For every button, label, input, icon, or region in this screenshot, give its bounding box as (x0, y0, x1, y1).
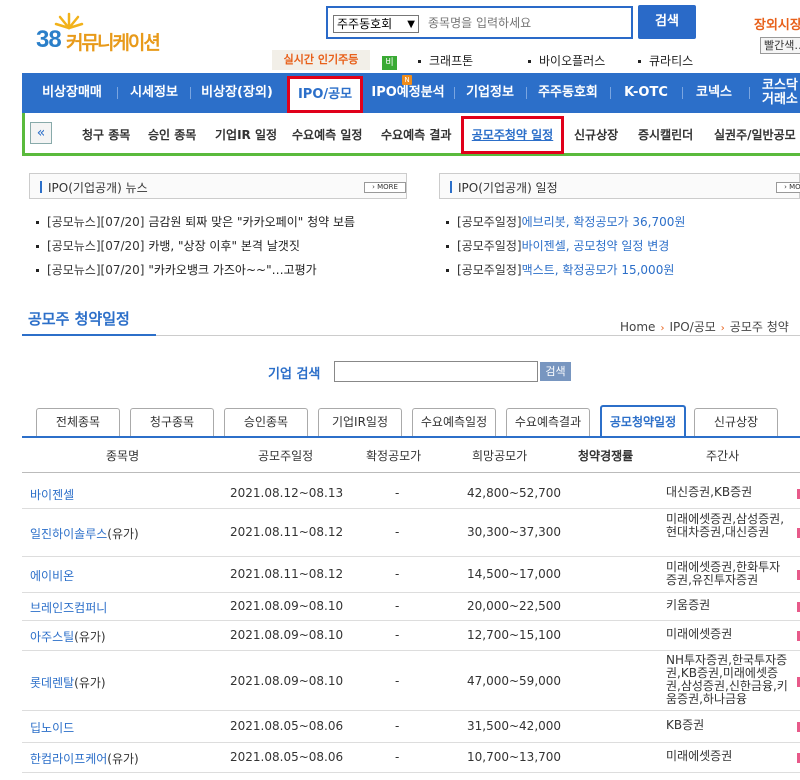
subnav-item-calendar[interactable]: 증시캘린더 (638, 126, 693, 143)
tab-demand-result[interactable]: 수요예측결과 (506, 408, 590, 436)
table-row: 롯데렌탈(유가) 2021.08.09~08.10 - 47,000~59,00… (22, 651, 800, 711)
search-category-select[interactable]: 주주동호회 ▼ (333, 15, 419, 33)
logo-text: 커뮤니케이션 (66, 32, 161, 54)
subnav-item-rights-offering[interactable]: 실권주/일반공모 (714, 126, 796, 143)
col-date: 공모주일정 (258, 449, 314, 463)
page-title: 공모주 청약일정 (28, 310, 130, 328)
news-item[interactable]: [공모뉴스][07/20] "카카오뱅크 가즈아~~"…고평가 (36, 261, 317, 278)
chevron-right-icon: › (660, 323, 665, 334)
new-badge: N (402, 75, 412, 85)
tab-all[interactable]: 전체종목 (36, 408, 120, 436)
company-link[interactable]: 딥노이드 (30, 719, 74, 736)
table-header: 종목명 공모주일정 확정공모가 희망공모가 청약경쟁률 주간사 (22, 438, 800, 473)
nav-item-quotes[interactable]: 시세정보 (122, 73, 186, 113)
tab-subscription[interactable]: 공모청약일정 (600, 405, 686, 437)
col-hope: 희망공모가 (472, 449, 528, 463)
breadcrumb-current: 공모주 청약 (729, 320, 789, 334)
company-link[interactable]: 일진하이솔루스(유가) (30, 525, 139, 542)
nav-item-kosdaq[interactable]: 코스닥 거래소 (762, 73, 800, 113)
col-name: 종목명 (106, 449, 140, 463)
popular-item[interactable]: 큐라티스 (638, 52, 693, 69)
news-item[interactable]: [공모뉴스][07/20] 카뱅, "상장 이후" 본격 날갯짓 (36, 237, 300, 254)
ipo-news-title: IPO(기업공개) 뉴스 (48, 181, 148, 195)
subnav-item-subscription[interactable]: 공모주청약 일정 (461, 116, 564, 154)
more-button[interactable]: › MORE (364, 182, 406, 193)
subnav-item-demand-schedule[interactable]: 수요예측 일정 (292, 126, 362, 143)
breadcrumb: Home › IPO/공모 › 공모주 청약 (620, 318, 789, 335)
table-row: 바이젠셀 2021.08.12~08.13 - 42,800~52,700 대신… (22, 473, 800, 509)
chevron-right-icon: › (720, 323, 725, 334)
tab-requested[interactable]: 청구종목 (130, 408, 214, 436)
nav-item-ipo[interactable]: IPO/공모 (287, 76, 363, 113)
table-row: 한컴라이프케어(유가) 2021.08.05~08.06 - 10,700~13… (22, 743, 800, 773)
tab-new-listing[interactable]: 신규상장 (694, 408, 778, 436)
table-row: 딥노이드 2021.08.05~08.06 - 31,500~42,000 KB… (22, 711, 800, 743)
logo-number: 38 (36, 26, 62, 53)
nav-item-otc-trading[interactable]: 비상장매매 (30, 73, 114, 113)
chevron-down-icon: ▼ (407, 19, 415, 30)
company-link[interactable]: 브레인즈컴퍼니 (30, 599, 107, 616)
schedule-item[interactable]: [공모주일정]맥스트, 확정공모가 15,000원 (446, 261, 674, 278)
subnav-item-ir-schedule[interactable]: 기업IR 일정 (215, 126, 277, 143)
nav-item-shareholders[interactable]: 주주동호회 (530, 73, 606, 113)
popular-item[interactable]: 바이오플러스 (528, 52, 605, 69)
col-underwriter: 주간사 (706, 449, 740, 463)
nav-item-konex[interactable]: 코넥스 (686, 73, 742, 113)
company-link[interactable]: 아주스틸(유가) (30, 628, 106, 645)
popular-item[interactable]: 크래프톤 (418, 52, 473, 69)
market-label[interactable]: 장외시장 (754, 14, 800, 33)
news-item[interactable]: [공모뉴스][07/20] 금감원 퇴짜 맞은 "카카오페이" 청약 보름 (36, 213, 355, 230)
breadcrumb-ipo[interactable]: IPO/공모 (669, 320, 715, 334)
subnav-item-demand-result[interactable]: 수요예측 결과 (381, 126, 451, 143)
company-link[interactable]: 바이젠셀 (30, 486, 74, 503)
company-link[interactable]: 에이비온 (30, 567, 74, 584)
search-button[interactable]: 검색 (638, 5, 696, 39)
table-row: 일진하이솔루스(유가) 2021.08.11~08.12 - 30,300~37… (22, 509, 800, 557)
company-search-button[interactable]: 검색 (540, 362, 571, 381)
popular-label: 실시간 인기주등 (272, 50, 370, 70)
table-row: 에이비온 2021.08.11~08.12 - 14,500~17,000 미래… (22, 557, 800, 593)
company-link[interactable]: 한컴라이프케어(유가) (30, 750, 139, 767)
subnav-item-new-listing[interactable]: 신규상장 (574, 126, 618, 143)
company-link[interactable]: 롯데렌탈(유가) (30, 674, 106, 691)
company-search-input[interactable] (334, 361, 538, 382)
prev-arrow-icon[interactable]: « (30, 122, 52, 144)
market-color-button[interactable]: 빨간색… (760, 37, 800, 54)
schedule-item[interactable]: [공모주일정]바이젠셀, 공모청약 일정 변경 (446, 237, 669, 254)
search-category-value: 주주동호회 (337, 17, 393, 31)
search-box: 주주동호회 ▼ (326, 6, 633, 39)
table-row: 아주스틸(유가) 2021.08.09~08.10 - 12,700~15,10… (22, 621, 800, 651)
breadcrumb-home[interactable]: Home (620, 320, 655, 334)
tab-demand-schedule[interactable]: 수요예측일정 (412, 408, 496, 436)
tab-ir-schedule[interactable]: 기업IR일정 (318, 408, 402, 436)
col-confirmed: 확정공모가 (366, 449, 422, 463)
search-input[interactable] (428, 12, 624, 34)
nav-item-k-otc[interactable]: K-OTC (614, 73, 678, 113)
company-search-label: 기업 검색 (268, 367, 321, 382)
ipo-schedule-title: IPO(기업공개) 일정 (458, 181, 558, 195)
table-row: 브레인즈컴퍼니 2021.08.09~08.10 - 20,000~22,500… (22, 593, 800, 621)
ipo-news-header: IPO(기업공개) 뉴스 › MORE (29, 173, 407, 199)
subnav-item-requested[interactable]: 청구 종목 (82, 126, 130, 143)
more-button[interactable]: › MORE (776, 182, 800, 193)
schedule-item[interactable]: [공모주일정]에브리봇, 확정공모가 36,700원 (446, 213, 685, 230)
nav-item-company-info[interactable]: 기업정보 (458, 73, 522, 113)
popular-badge: 비 (382, 56, 397, 70)
tab-approved[interactable]: 승인종목 (224, 408, 308, 436)
nav-item-unlisted[interactable]: 비상장(장외) (194, 73, 280, 113)
site-logo[interactable]: 38 커뮤니케이션 (36, 12, 176, 54)
ipo-schedule-header: IPO(기업공개) 일정 › MORE (439, 173, 800, 199)
subnav-item-approved[interactable]: 승인 종목 (148, 126, 196, 143)
col-competition: 청약경쟁률 (578, 449, 634, 463)
